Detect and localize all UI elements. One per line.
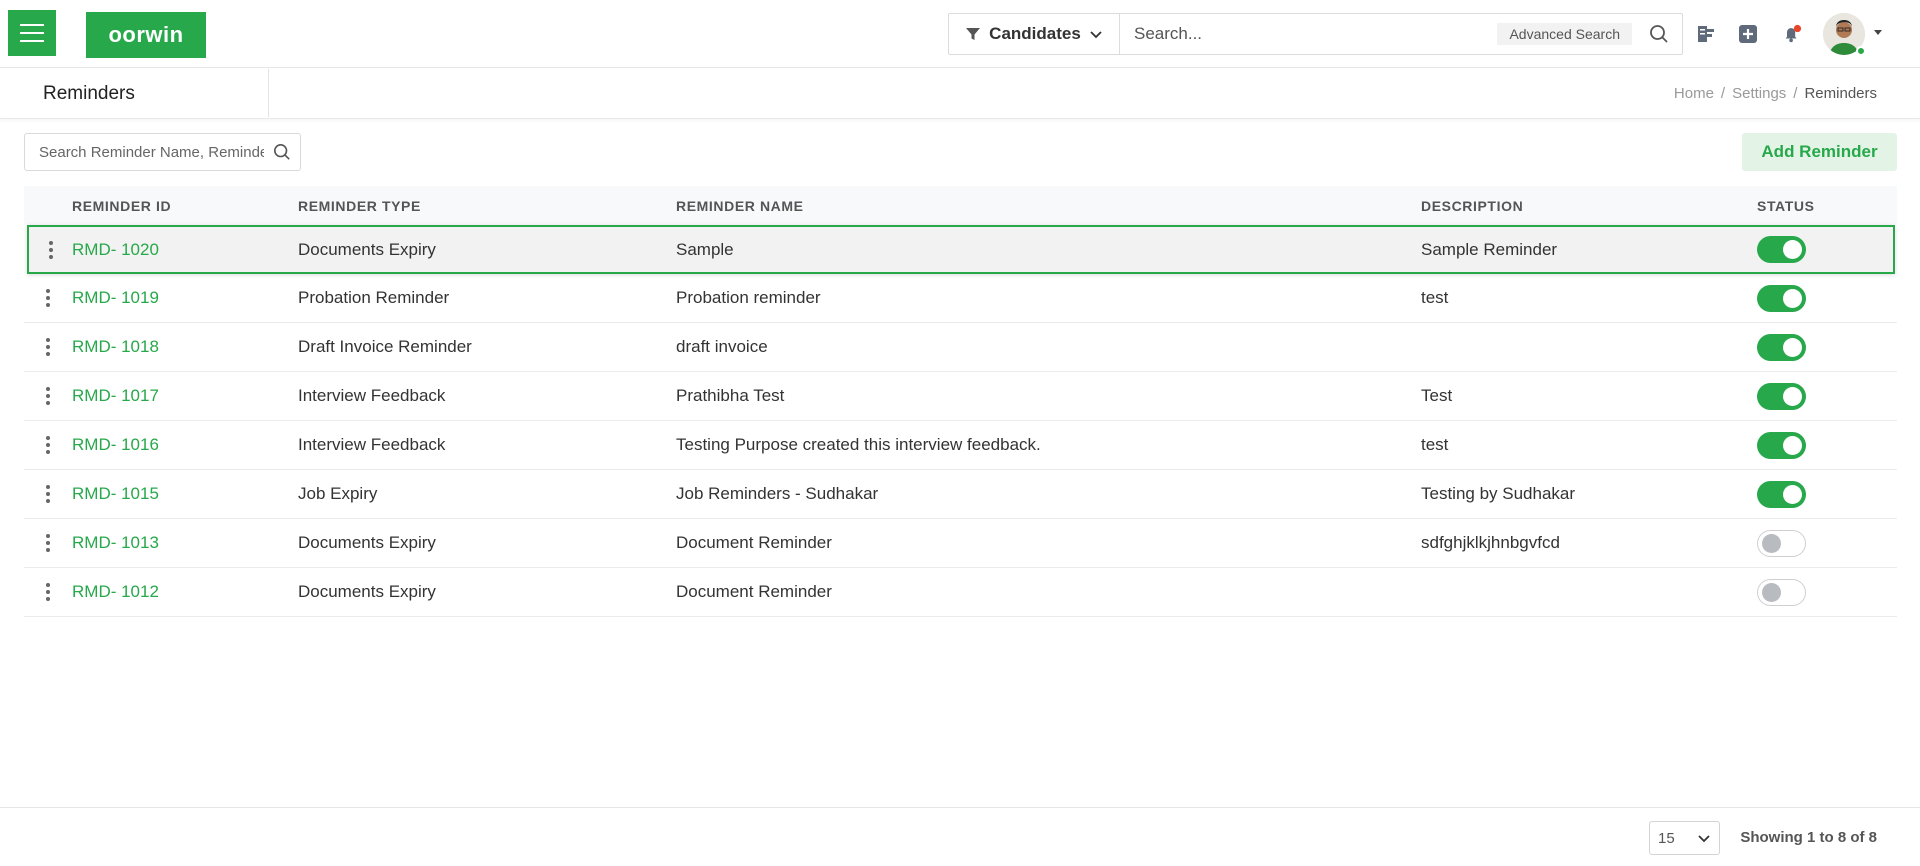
- chevron-down-icon: [1698, 835, 1710, 843]
- breadcrumb: Home / Settings / Reminders: [1674, 85, 1877, 102]
- reminder-type-cell: Interview Feedback: [298, 435, 446, 454]
- table-row[interactable]: RMD- 1012 Documents Expiry Document Remind…: [24, 568, 1897, 617]
- add-new-icon[interactable]: [1738, 24, 1758, 44]
- reminder-description-cell: sdfghjklkjhnbgvfcd: [1421, 533, 1560, 552]
- oorwin-logo[interactable]: oorwin: [86, 12, 206, 58]
- reminder-id-link[interactable]: RMD- 1012: [72, 582, 159, 601]
- reminder-id-link[interactable]: RMD- 1015: [72, 484, 159, 503]
- row-actions-icon[interactable]: [45, 239, 57, 261]
- reminder-name-cell: Document Reminder: [676, 582, 832, 601]
- reminder-id-link[interactable]: RMD- 1020: [72, 240, 159, 259]
- reminder-type-cell: Documents Expiry: [298, 533, 436, 552]
- reminder-type-cell: Documents Expiry: [298, 582, 436, 601]
- reminder-type-cell: Draft Invoice Reminder: [298, 337, 472, 356]
- table-footer: 15 Showing 1 to 8 of 8: [0, 807, 1920, 866]
- hamburger-menu-button[interactable]: [8, 10, 56, 56]
- breadcrumb-separator: /: [1720, 85, 1726, 102]
- reminder-type-cell: Probation Reminder: [298, 288, 450, 307]
- title-divider: [268, 69, 269, 117]
- status-toggle[interactable]: [1757, 480, 1806, 508]
- row-actions-icon[interactable]: [42, 532, 54, 554]
- reminder-search-box: [24, 133, 301, 171]
- column-header-status[interactable]: STATUS: [1757, 198, 1897, 214]
- table-row[interactable]: RMD- 1017 Interview Feedback Prathibha Tes…: [24, 372, 1897, 421]
- row-actions-icon[interactable]: [42, 483, 54, 505]
- column-header-id[interactable]: REMINDER ID: [72, 198, 298, 214]
- reminder-search-input[interactable]: [25, 134, 264, 170]
- table-row[interactable]: RMD- 1015 Job Expiry Job Reminders - Sudha…: [24, 470, 1897, 519]
- reminder-name-cell: Probation reminder: [676, 288, 821, 307]
- notification-bell-icon[interactable]: [1782, 24, 1802, 44]
- row-actions-icon[interactable]: [42, 385, 54, 407]
- table-body: RMD- 1020 Documents Expiry Sample Sample Re…: [24, 225, 1897, 617]
- reminder-id-link[interactable]: RMD- 1013: [72, 533, 159, 552]
- advanced-search-link[interactable]: Advanced Search: [1497, 23, 1632, 45]
- filter-icon: [966, 28, 981, 40]
- status-toggle[interactable]: [1757, 236, 1806, 263]
- table-row[interactable]: RMD- 1020 Documents Expiry Sample Sample Re…: [27, 225, 1895, 274]
- status-toggle[interactable]: [1757, 382, 1806, 410]
- breadcrumb-home[interactable]: Home: [1674, 85, 1714, 102]
- module-select[interactable]: Candidates: [949, 14, 1120, 54]
- page-size-value: 15: [1658, 829, 1675, 847]
- reminder-name-cell: Sample: [676, 239, 734, 259]
- reminder-type-cell: Job Expiry: [298, 484, 378, 503]
- table-row[interactable]: RMD- 1013 Documents Expiry Document Remind…: [24, 519, 1897, 568]
- reminder-search-button[interactable]: [264, 143, 300, 161]
- column-header-name[interactable]: REMINDER NAME: [676, 198, 1421, 214]
- column-header-type[interactable]: REMINDER TYPE: [298, 198, 676, 214]
- pagination-summary: Showing 1 to 8 of 8: [1740, 829, 1877, 846]
- status-toggle[interactable]: [1757, 529, 1806, 557]
- reminder-id-link[interactable]: RMD- 1016: [72, 435, 159, 454]
- table-header: REMINDER ID REMINDER TYPE REMINDER NAME …: [24, 186, 1897, 225]
- module-select-label: Candidates: [989, 24, 1081, 43]
- add-reminder-button[interactable]: Add Reminder: [1742, 133, 1897, 171]
- reminder-id-link[interactable]: RMD- 1018: [72, 337, 159, 356]
- page-title: Reminders: [43, 83, 135, 104]
- search-icon: [1650, 25, 1668, 43]
- reminder-name-cell: draft invoice: [676, 337, 768, 356]
- table-row[interactable]: RMD- 1019 Probation Reminder Probation rem…: [24, 274, 1897, 323]
- status-toggle[interactable]: [1757, 431, 1806, 459]
- breadcrumb-current: Reminders: [1804, 85, 1877, 102]
- online-status-dot: [1856, 46, 1866, 56]
- breadcrumb-separator: /: [1793, 85, 1798, 102]
- reminder-type-cell: Interview Feedback: [298, 386, 446, 405]
- table-row[interactable]: RMD- 1016 Interview Feedback Testing Purpo…: [24, 421, 1897, 470]
- page-header: Reminders Home / Settings / Reminders: [0, 69, 1920, 119]
- global-search-bar: Candidates Advanced Search: [948, 13, 1683, 55]
- row-actions-icon[interactable]: [42, 434, 54, 456]
- row-actions-icon[interactable]: [42, 287, 54, 309]
- global-search-input[interactable]: [1120, 14, 1498, 54]
- chevron-down-icon: [1090, 31, 1102, 39]
- user-menu-caret-icon[interactable]: [1874, 30, 1882, 35]
- reminder-name-cell: Prathibha Test: [676, 386, 785, 405]
- reminder-description-cell: Testing by Sudhakar: [1421, 484, 1576, 503]
- status-toggle[interactable]: [1757, 578, 1806, 606]
- column-header-description[interactable]: DESCRIPTION: [1421, 198, 1757, 214]
- status-toggle[interactable]: [1757, 333, 1806, 361]
- reminder-name-cell: Job Reminders - Sudhakar: [676, 484, 879, 503]
- reminders-table: REMINDER ID REMINDER TYPE REMINDER NAME …: [24, 186, 1897, 617]
- page-size-select[interactable]: 15: [1649, 821, 1720, 855]
- reminder-id-link[interactable]: RMD- 1017: [72, 386, 159, 405]
- reminder-description-cell: test: [1421, 435, 1449, 454]
- search-icon: [273, 143, 290, 160]
- reminder-name-cell: Testing Purpose created this interview f…: [676, 435, 1041, 454]
- documents-icon[interactable]: [1696, 24, 1716, 44]
- reminder-description-cell: Test: [1421, 386, 1453, 405]
- row-actions-icon[interactable]: [42, 336, 54, 358]
- reminder-type-cell: Documents Expiry: [298, 239, 436, 259]
- top-navbar: oorwin Candidates Advanced Search: [0, 0, 1920, 68]
- search-button[interactable]: [1642, 14, 1676, 54]
- reminder-description-cell: Sample Reminder: [1421, 239, 1558, 259]
- reminder-name-cell: Document Reminder: [676, 533, 832, 552]
- reminder-description-cell: test: [1421, 288, 1449, 307]
- reminder-id-link[interactable]: RMD- 1019: [72, 288, 159, 307]
- status-toggle[interactable]: [1757, 284, 1806, 312]
- breadcrumb-settings[interactable]: Settings: [1732, 85, 1786, 102]
- row-actions-icon[interactable]: [42, 581, 54, 603]
- table-row[interactable]: RMD- 1018 Draft Invoice Reminder draft inv…: [24, 323, 1897, 372]
